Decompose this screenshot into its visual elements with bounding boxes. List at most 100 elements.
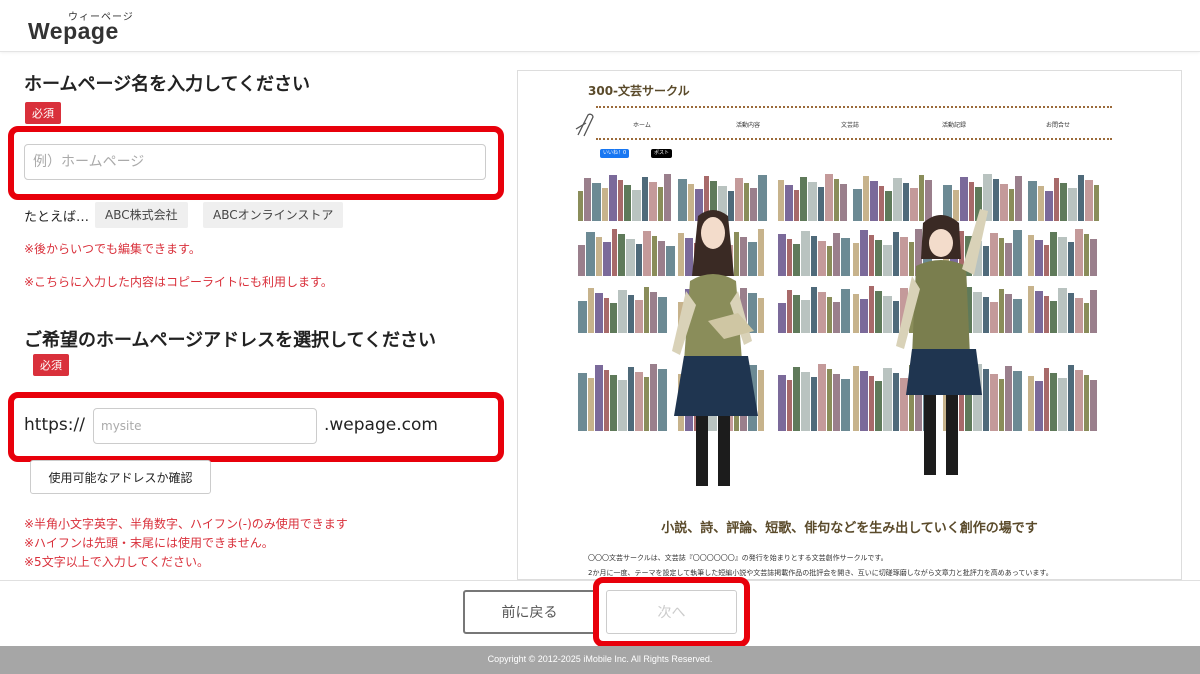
book-spine: [1090, 290, 1097, 333]
book-spine: [1009, 189, 1014, 221]
book-spine: [1090, 380, 1097, 431]
book-spine: [801, 372, 810, 431]
book-spine: [650, 364, 657, 431]
preview-nav-contact: お問合せ: [1046, 122, 1071, 129]
book-spine: [893, 301, 899, 333]
book-spine: [618, 290, 627, 333]
book-spine: [678, 179, 687, 221]
preview-intro-text: 〇〇〇文芸サークルは、文芸誌『〇〇〇〇〇〇』の発行を始まりとする文芸創作サークル…: [588, 554, 888, 562]
footer-nav-bar: [0, 580, 1200, 646]
book-spine: [1028, 286, 1034, 333]
book-spine: [602, 188, 608, 221]
book-spine: [1075, 370, 1083, 431]
book-spine: [604, 298, 609, 333]
form-panel: ホームページ名を入力してください 必須 たとえば… ABC株式会社 ABCオンラ…: [0, 52, 510, 580]
book-spine: [1094, 185, 1099, 221]
book-spine: [643, 231, 651, 276]
book-spine: [875, 240, 882, 276]
book-spine: [1050, 232, 1057, 276]
book-spine: [883, 245, 892, 276]
book-spine: [840, 184, 847, 221]
check-address-button[interactable]: 使用可能なアドレスか確認: [30, 460, 211, 494]
book-spine: [853, 243, 859, 276]
book-spine: [578, 373, 587, 431]
book-spine: [1028, 235, 1034, 276]
note-hyphen: ※ハイフンは先頭・末尾には使用できません。: [24, 536, 274, 550]
book-spine: [983, 369, 989, 431]
book-spine: [879, 186, 884, 221]
book-spine: [869, 286, 874, 333]
book-spine: [893, 373, 899, 431]
back-button[interactable]: 前に戻る: [463, 590, 596, 634]
book-spine: [652, 236, 657, 276]
book-spine: [900, 378, 908, 431]
book-spine: [1068, 242, 1074, 276]
book-spine: [793, 295, 800, 333]
book-spine: [969, 182, 974, 221]
book-spine: [658, 187, 663, 221]
address-input[interactable]: [93, 408, 317, 444]
book-spine: [642, 177, 648, 221]
book-spine: [1050, 301, 1057, 333]
book-spine: [808, 182, 817, 221]
book-spine: [1060, 183, 1067, 221]
book-spine: [735, 178, 743, 221]
address-suffix: .wepage.com: [324, 415, 438, 435]
book-spine: [990, 302, 998, 333]
book-spine: [1028, 181, 1037, 221]
book-spine: [960, 177, 968, 221]
book-spine: [990, 374, 998, 431]
next-button[interactable]: 次へ: [606, 590, 737, 634]
book-spine: [635, 300, 643, 333]
book-spine: [628, 295, 634, 333]
book-spine: [860, 371, 868, 431]
book-spine: [983, 246, 989, 276]
book-spine: [609, 175, 617, 221]
required-badge-address: 必須: [33, 354, 69, 376]
book-spine: [990, 233, 998, 276]
book-spine: [787, 290, 792, 333]
book-spine: [999, 289, 1004, 333]
book-spine: [833, 302, 840, 333]
book-spine: [793, 244, 800, 276]
site-name-input[interactable]: [24, 144, 486, 180]
book-spine: [1005, 366, 1012, 431]
book-spine: [1058, 288, 1067, 333]
site-preview: 300-文芸サークル ホーム 活動内容 文芸誌 活動記録 お問合せ いいね！0 …: [517, 70, 1182, 580]
book-spine: [925, 180, 932, 221]
book-spine: [883, 296, 892, 333]
book-spine: [910, 188, 918, 221]
book-spine: [983, 297, 989, 333]
book-spine: [666, 246, 675, 276]
book-spine: [1028, 376, 1034, 431]
book-spine: [1068, 293, 1074, 333]
book-spine: [900, 237, 908, 276]
book-spine: [618, 380, 627, 431]
book-spine: [860, 299, 868, 333]
note-allowed-chars: ※半角小文字英字、半角数字、ハイフン(-)のみ使用できます: [24, 517, 348, 531]
preview-site-title: 300-文芸サークル: [588, 84, 690, 98]
book-spine: [1084, 303, 1089, 333]
book-spine: [734, 232, 739, 276]
example-chip-store[interactable]: ABCオンラインストア: [203, 202, 344, 228]
example-chip-company[interactable]: ABC株式会社: [95, 202, 188, 228]
logo-text: Wepage: [28, 18, 119, 44]
book-spine: [794, 190, 799, 221]
book-spine: [636, 244, 642, 276]
book-spine: [588, 288, 594, 333]
book-spine: [818, 292, 826, 333]
book-spine: [1035, 381, 1043, 431]
address-prefix: https://: [24, 415, 85, 435]
book-spine: [953, 190, 959, 221]
book-spine: [644, 377, 649, 431]
book-spine: [853, 294, 859, 333]
book-spine: [1068, 188, 1077, 221]
book-spine: [758, 229, 764, 276]
book-spine: [603, 242, 611, 276]
book-spine: [800, 177, 807, 221]
book-spine: [919, 175, 924, 221]
book-spine: [650, 292, 657, 333]
book-spine: [1075, 229, 1083, 276]
book-spine: [688, 184, 694, 221]
book-spine: [664, 174, 671, 221]
